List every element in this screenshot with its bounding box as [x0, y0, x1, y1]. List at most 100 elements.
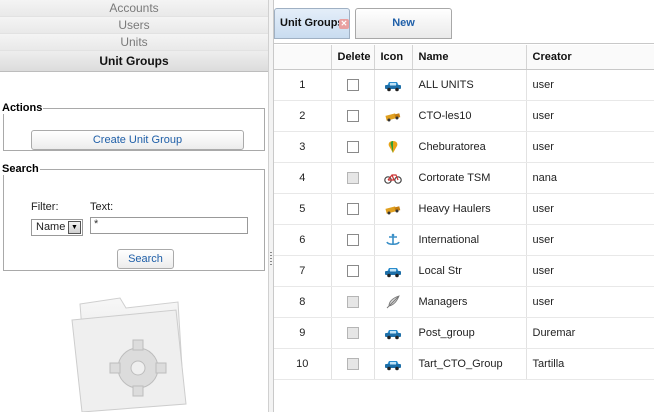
- delete-checkbox-cell[interactable]: [331, 286, 375, 318]
- row-creator: user: [526, 255, 654, 287]
- chevron-down-icon[interactable]: ▼: [68, 221, 81, 234]
- row-number: 4: [274, 162, 332, 194]
- sidebar-item-accounts[interactable]: Accounts: [0, 0, 268, 17]
- delete-checkbox[interactable]: [346, 202, 359, 215]
- table-row[interactable]: 7 Local Str user: [274, 255, 654, 287]
- row-icon-cell: [374, 224, 413, 256]
- row-name[interactable]: CTO-les10: [412, 100, 527, 132]
- delete-checkbox: [346, 295, 359, 308]
- row-creator: user: [526, 131, 654, 163]
- filter-select-value: Name: [36, 221, 66, 233]
- row-number: 10: [274, 348, 332, 380]
- column-header-creator[interactable]: Creator: [526, 45, 654, 70]
- sidebar-item-users[interactable]: Users: [0, 17, 268, 34]
- sidebar-item-units[interactable]: Units: [0, 34, 268, 51]
- row-number: 6: [274, 224, 332, 256]
- car-icon: [384, 357, 402, 371]
- delete-checkbox-cell[interactable]: [331, 162, 375, 194]
- column-header-name[interactable]: Name: [412, 45, 527, 70]
- row-icon-cell: [374, 317, 413, 349]
- delete-checkbox: [346, 171, 359, 184]
- delete-checkbox-cell[interactable]: [331, 348, 375, 380]
- table-row[interactable]: 5 Heavy Haulers user: [274, 193, 654, 225]
- delete-checkbox[interactable]: [346, 109, 359, 122]
- anchor-icon: [384, 233, 402, 247]
- text-label: Text:: [90, 201, 114, 213]
- row-name[interactable]: Local Str: [412, 255, 527, 287]
- car-icon: [384, 326, 402, 340]
- table-row[interactable]: 1 ALL UNITS user: [274, 69, 654, 101]
- table-row[interactable]: 9 Post_group Duremar: [274, 317, 654, 349]
- column-header-icon[interactable]: Icon: [374, 45, 413, 70]
- row-icon-cell: [374, 131, 413, 163]
- delete-checkbox[interactable]: [346, 78, 359, 91]
- search-button[interactable]: Search: [117, 249, 174, 269]
- row-name[interactable]: Cortorate TSM: [412, 162, 527, 194]
- search-legend: Search: [2, 163, 39, 175]
- row-icon-cell: [374, 255, 413, 287]
- close-icon[interactable]: ✕: [339, 19, 349, 29]
- row-creator: Duremar: [526, 317, 654, 349]
- delete-checkbox: [346, 357, 359, 370]
- delete-checkbox[interactable]: [346, 233, 359, 246]
- row-number: 1: [274, 69, 332, 101]
- row-creator: Tartilla: [526, 348, 654, 380]
- column-header-delete[interactable]: Delete: [331, 45, 375, 70]
- row-creator: user: [526, 193, 654, 225]
- row-name[interactable]: International: [412, 224, 527, 256]
- delete-checkbox[interactable]: [346, 140, 359, 153]
- tab-new[interactable]: New: [355, 8, 452, 39]
- folder-gear-icon: [71, 297, 187, 412]
- row-name[interactable]: Tart_CTO_Group: [412, 348, 527, 380]
- row-name[interactable]: Heavy Haulers: [412, 193, 527, 225]
- row-number: 7: [274, 255, 332, 287]
- search-group: Search Filter: Text: Name ▼ * Search: [2, 163, 265, 271]
- row-creator: user: [526, 224, 654, 256]
- tab-unit-groups-label: Unit Groups: [280, 17, 344, 29]
- create-unit-group-button[interactable]: Create Unit Group: [31, 130, 244, 150]
- delete-checkbox-cell[interactable]: [331, 317, 375, 349]
- feather-icon: [384, 294, 402, 309]
- delete-checkbox: [346, 326, 359, 339]
- delete-checkbox-cell[interactable]: [331, 131, 375, 163]
- bicycle-icon: [384, 171, 402, 185]
- row-number: 3: [274, 131, 332, 163]
- table-row[interactable]: 8 Managers user: [274, 286, 654, 318]
- row-name[interactable]: Post_group: [412, 317, 527, 349]
- row-icon-cell: [374, 348, 413, 380]
- filter-select[interactable]: Name ▼: [31, 219, 83, 236]
- left-panel: Accounts Users Units Unit Groups Actions…: [0, 0, 268, 412]
- table-row[interactable]: 3 Cheburatorea user: [274, 131, 654, 163]
- tab-bar: Unit Groups ✕ New: [274, 0, 654, 44]
- search-text-input[interactable]: *: [90, 217, 248, 234]
- row-icon-cell: [374, 100, 413, 132]
- row-name[interactable]: ALL UNITS: [412, 69, 527, 101]
- row-number: 9: [274, 317, 332, 349]
- delete-checkbox-cell[interactable]: [331, 69, 375, 101]
- unit-groups-table: Delete Icon Name Creator 1 ALL UNITS user 2…: [274, 45, 654, 380]
- car-icon: [384, 264, 402, 278]
- sidebar-item-unit-groups[interactable]: Unit Groups: [0, 51, 268, 72]
- delete-checkbox[interactable]: [346, 264, 359, 277]
- delete-checkbox-cell[interactable]: [331, 255, 375, 287]
- row-name[interactable]: Cheburatorea: [412, 131, 527, 163]
- delete-checkbox-cell[interactable]: [331, 193, 375, 225]
- delete-checkbox-cell[interactable]: [331, 100, 375, 132]
- row-number: 5: [274, 193, 332, 225]
- truck-icon: [384, 109, 402, 123]
- table-row[interactable]: 6 International user: [274, 224, 654, 256]
- tab-unit-groups[interactable]: Unit Groups ✕: [274, 8, 350, 39]
- row-creator: user: [526, 69, 654, 101]
- truck-icon: [384, 202, 402, 216]
- table-row[interactable]: 10 Tart_CTO_Group Tartilla: [274, 348, 654, 380]
- row-icon-cell: [374, 162, 413, 194]
- table-row[interactable]: 2 CTO-les10 user: [274, 100, 654, 132]
- splitter-grip-icon[interactable]: [270, 252, 272, 266]
- delete-checkbox-cell[interactable]: [331, 224, 375, 256]
- row-name[interactable]: Managers: [412, 286, 527, 318]
- row-icon-cell: [374, 286, 413, 318]
- table-row[interactable]: 4 Cortorate TSM nana: [274, 162, 654, 194]
- column-header-number: [274, 45, 332, 70]
- row-number: 8: [274, 286, 332, 318]
- row-creator: nana: [526, 162, 654, 194]
